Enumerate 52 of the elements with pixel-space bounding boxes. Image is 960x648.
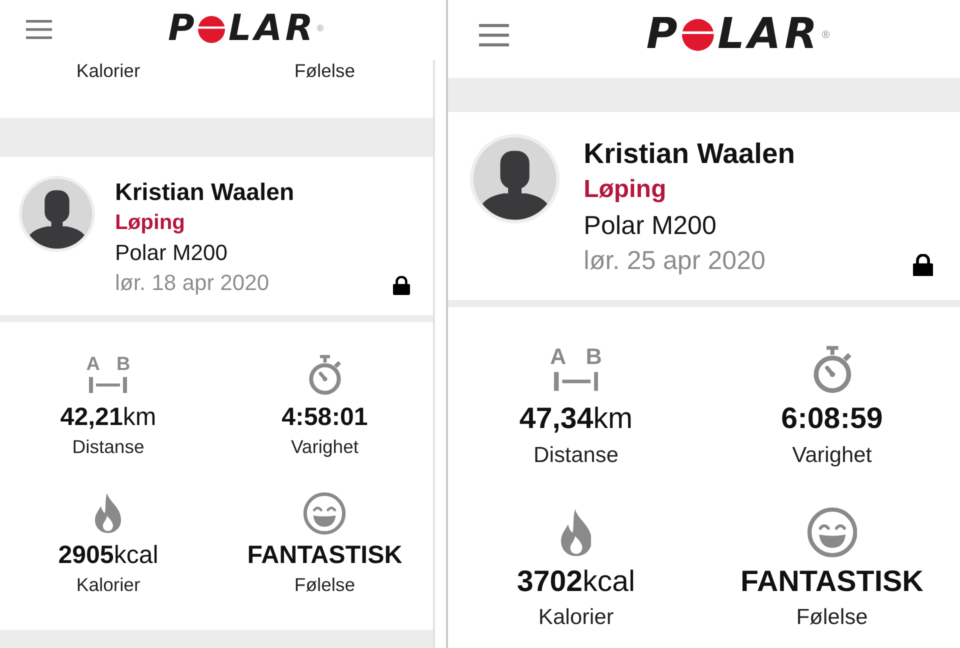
sport-type: Løping xyxy=(584,175,666,206)
smiley-face-icon xyxy=(806,506,858,558)
stat-value: 42,21km xyxy=(60,402,156,432)
stat-label: Følelse xyxy=(294,574,356,596)
person-silhouette-icon xyxy=(19,176,95,252)
menu-button[interactable] xyxy=(478,24,510,47)
stat-value: 47,34km xyxy=(519,401,633,437)
athlete-name: Kristian Waalen xyxy=(584,136,796,172)
logo-disc-icon xyxy=(682,19,714,52)
stat-value: 4:58:01 xyxy=(282,402,368,432)
workout-date: lør. 18 apr 2020 xyxy=(115,269,270,297)
workout-date: lør. 25 apr 2020 xyxy=(584,244,766,277)
logo-text: P xyxy=(646,14,681,57)
stat-value: 6:08:59 xyxy=(781,401,883,437)
stat-value: 2905kcal xyxy=(58,540,158,570)
lock-icon xyxy=(393,276,410,295)
stat-value: 3702kcal xyxy=(516,564,636,600)
person-silhouette-icon xyxy=(470,134,560,224)
stat-label: Følelse xyxy=(796,604,868,630)
point-label: A xyxy=(86,357,100,373)
device-name: Polar M200 xyxy=(584,208,716,242)
distance-bar-icon xyxy=(554,372,598,391)
stat-value: FANTASTISK xyxy=(247,540,402,570)
stat-label: Følelse xyxy=(294,60,356,82)
stat-label: Varighet xyxy=(792,442,872,468)
stat-label: Varighet xyxy=(290,436,359,458)
stat-label: Kalorier xyxy=(76,574,140,596)
stat-label: Kalorier xyxy=(538,604,614,630)
menu-icon xyxy=(478,24,510,47)
registered-mark: ® xyxy=(822,30,830,40)
point-label: B xyxy=(586,348,602,368)
registered-mark: ® xyxy=(316,24,324,33)
logo-text: P xyxy=(168,11,198,47)
point-label: B xyxy=(116,357,130,373)
point-label: A xyxy=(550,348,566,368)
stat-label: Kalorier xyxy=(76,60,140,82)
menu-button[interactable] xyxy=(26,20,52,38)
stat-label: Distanse xyxy=(534,442,618,468)
lock-icon xyxy=(912,254,933,276)
flame-icon xyxy=(560,508,592,556)
menu-icon xyxy=(26,20,52,38)
sport-type: Løping xyxy=(115,210,185,236)
logo-text: LAR xyxy=(717,14,821,57)
logo-text: LAR xyxy=(228,11,316,47)
smiley-face-icon xyxy=(303,492,346,534)
distance-bar-icon xyxy=(89,377,128,393)
logo-disc-icon xyxy=(198,16,226,42)
flame-icon xyxy=(95,493,122,533)
athlete-name: Kristian Waalen xyxy=(115,178,294,208)
device-name: Polar M200 xyxy=(115,239,228,267)
stat-value: FANTASTISK xyxy=(740,564,924,600)
stat-label: Distanse xyxy=(72,436,144,458)
